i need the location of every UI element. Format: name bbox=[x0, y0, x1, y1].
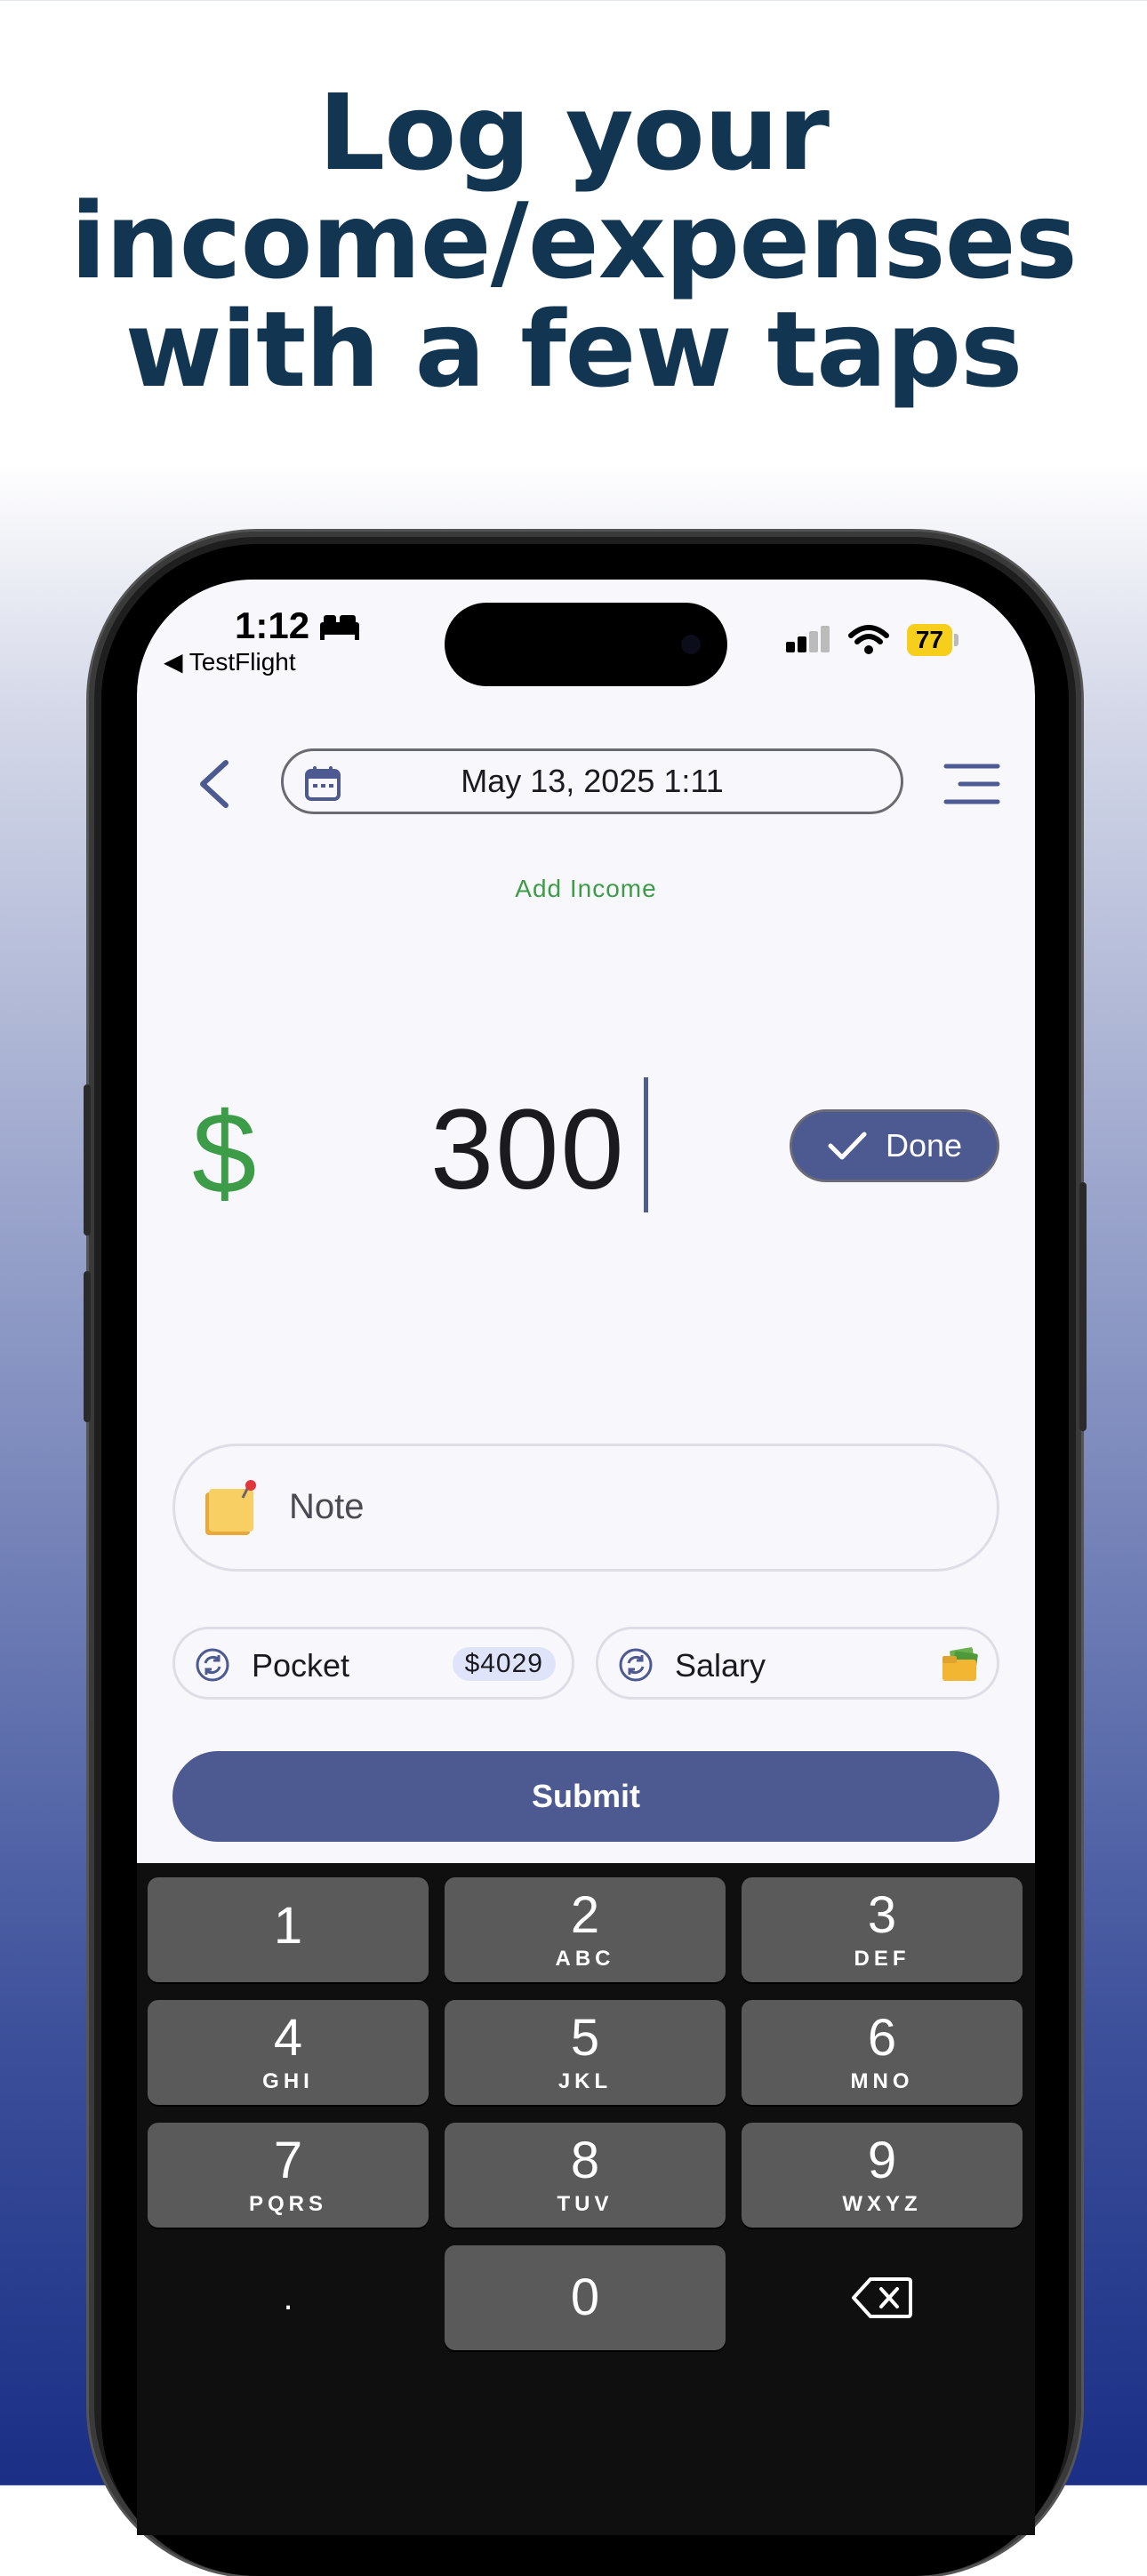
currency-symbol[interactable]: $ bbox=[192, 1086, 256, 1220]
battery-level: 77 bbox=[906, 624, 952, 656]
key-letters: MNO bbox=[850, 2069, 914, 2093]
status-time: 1:12 bbox=[235, 604, 310, 646]
top-bar: May 13, 2025 1:11 bbox=[137, 748, 1035, 820]
battery-indicator: 77 bbox=[906, 624, 959, 656]
headline-line-1: Log your bbox=[318, 71, 830, 194]
key-delete[interactable] bbox=[742, 2245, 1023, 2350]
date-time-text: May 13, 2025 1:11 bbox=[461, 763, 724, 799]
key-digit: 2 bbox=[570, 1886, 600, 1944]
key-3[interactable]: 3 DEF bbox=[742, 1877, 1023, 1982]
money-folder-icon bbox=[942, 1647, 978, 1681]
key-digit: 6 bbox=[867, 2009, 897, 2067]
key-digit: 7 bbox=[273, 2132, 303, 2189]
key-digit: 9 bbox=[867, 2132, 897, 2189]
side-button-volume-up bbox=[84, 1271, 91, 1422]
app-screen: 1:12 ◀ TestFlight 77 May 13, 2025 1:11 A… bbox=[137, 580, 1035, 2535]
account-name: Pocket bbox=[252, 1647, 350, 1684]
cellular-signal-icon bbox=[785, 626, 830, 652]
numeric-keypad: 1 2 ABC 3 DEF 4 GHI 5 JKL 6 MNO 7 PQRS 8… bbox=[137, 1863, 1035, 2535]
date-picker-button[interactable]: May 13, 2025 1:11 bbox=[281, 748, 903, 814]
checkmark-icon bbox=[828, 1132, 867, 1160]
account-balance-badge: $4029 bbox=[452, 1647, 556, 1681]
key-0[interactable]: 0 bbox=[445, 2245, 726, 2350]
wifi-icon bbox=[847, 625, 889, 654]
back-to-testflight-link[interactable]: ◀ TestFlight bbox=[164, 647, 296, 676]
battery-cap bbox=[954, 634, 959, 646]
backspace-icon bbox=[852, 2277, 912, 2318]
key-digit: 8 bbox=[570, 2132, 600, 2189]
category-name: Salary bbox=[675, 1647, 766, 1684]
status-indicators: 77 bbox=[784, 624, 959, 656]
key-letters: WXYZ bbox=[842, 2192, 922, 2216]
sleep-focus-icon bbox=[320, 615, 359, 640]
key-7[interactable]: 7 PQRS bbox=[148, 2123, 429, 2228]
key-digit: 4 bbox=[273, 2009, 303, 2067]
menu-icon[interactable] bbox=[942, 759, 1001, 809]
headline-line-2: income/expenses bbox=[70, 180, 1078, 302]
marketing-headline: Log your income/expenses with a few taps bbox=[0, 78, 1147, 404]
swap-icon bbox=[196, 1648, 229, 1682]
submit-button[interactable]: Submit bbox=[172, 1751, 999, 1842]
account-selector[interactable]: Pocket $4029 bbox=[172, 1627, 574, 1700]
note-input[interactable]: Note bbox=[172, 1444, 999, 1572]
done-button[interactable]: Done bbox=[790, 1109, 999, 1182]
key-letters: PQRS bbox=[248, 2192, 327, 2216]
dynamic-island bbox=[445, 603, 727, 686]
key-1[interactable]: 1 bbox=[148, 1877, 429, 1982]
calendar-icon bbox=[305, 766, 341, 801]
key-digit: 0 bbox=[570, 2268, 600, 2326]
back-chevron-icon[interactable] bbox=[190, 757, 240, 811]
done-button-label: Done bbox=[885, 1127, 963, 1164]
key-digit: 5 bbox=[570, 2009, 600, 2067]
headline-line-3: with a few taps bbox=[124, 288, 1023, 411]
key-letters: GHI bbox=[262, 2069, 314, 2093]
key-letters: TUV bbox=[557, 2192, 614, 2216]
key-8[interactable]: 8 TUV bbox=[445, 2123, 726, 2228]
transaction-type-label[interactable]: Add Income bbox=[137, 875, 1035, 903]
key-4[interactable]: 4 GHI bbox=[148, 2000, 429, 2105]
key-decimal-label: . bbox=[283, 2278, 293, 2317]
swap-icon bbox=[619, 1648, 653, 1682]
key-2[interactable]: 2 ABC bbox=[445, 1877, 726, 1982]
key-digit: 3 bbox=[867, 1886, 897, 1944]
key-digit: 1 bbox=[273, 1897, 303, 1955]
key-letters: JKL bbox=[557, 2069, 613, 2093]
key-9[interactable]: 9 WXYZ bbox=[742, 2123, 1023, 2228]
key-decimal[interactable]: . bbox=[148, 2245, 429, 2350]
side-button-action bbox=[84, 1084, 91, 1236]
text-cursor bbox=[644, 1077, 648, 1212]
key-6[interactable]: 6 MNO bbox=[742, 2000, 1023, 2105]
key-letters: ABC bbox=[555, 1947, 615, 1971]
category-selector[interactable]: Salary bbox=[596, 1627, 999, 1700]
note-placeholder: Note bbox=[289, 1487, 365, 1526]
key-5[interactable]: 5 JKL bbox=[445, 2000, 726, 2105]
amount-input[interactable]: 300 bbox=[430, 1084, 626, 1215]
key-letters: DEF bbox=[854, 1947, 910, 1971]
sticky-note-icon bbox=[205, 1480, 256, 1535]
camera-lens bbox=[681, 635, 701, 654]
side-button-power bbox=[1079, 1182, 1087, 1431]
